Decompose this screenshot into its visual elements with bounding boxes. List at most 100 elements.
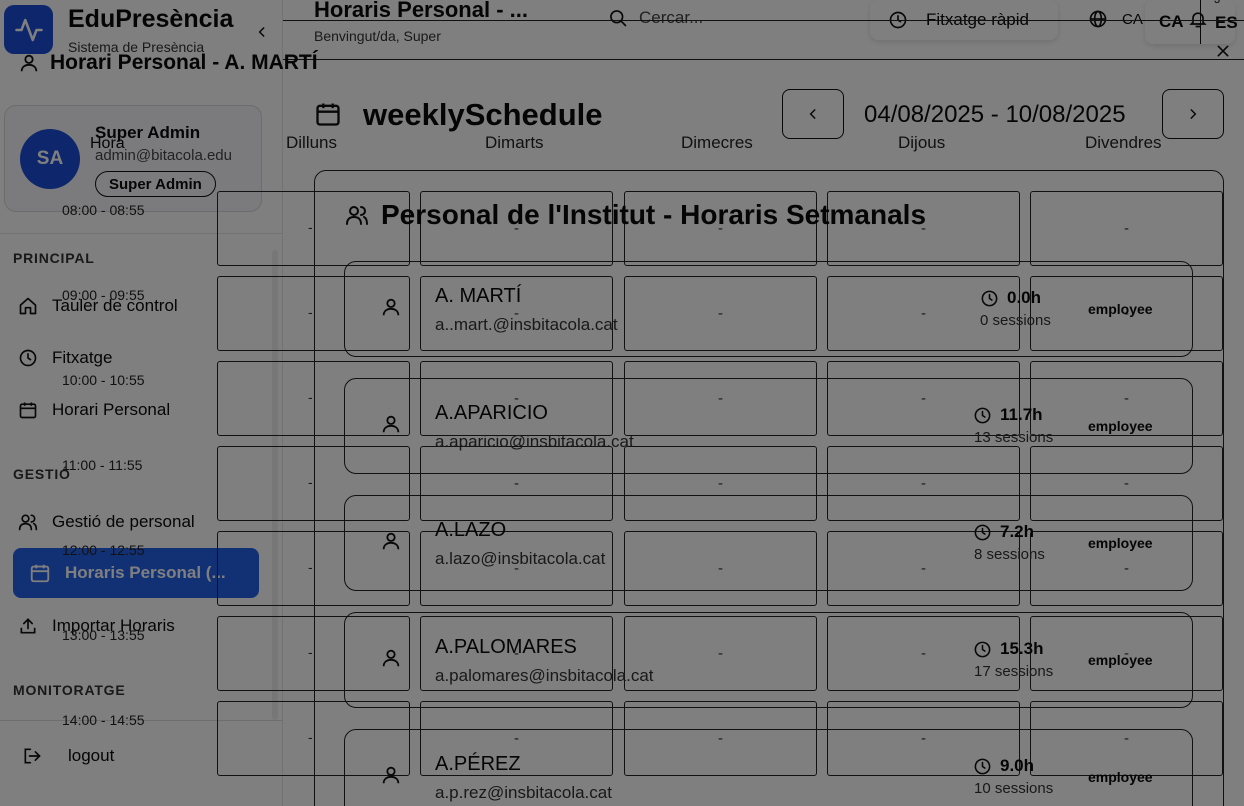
clock-icon: [974, 758, 991, 774]
header-divider: [283, 20, 1244, 21]
upload-icon: [20, 618, 36, 634]
logout-icon: [24, 748, 41, 764]
staff-role: employee: [1088, 535, 1153, 551]
modal-title-text: Horari Personal - A. MARTÍ: [50, 51, 318, 74]
staff-hours: 7.2h: [973, 522, 1034, 542]
day-header-wednesday: Dimecres: [681, 133, 753, 152]
calendar-icon: [314, 100, 342, 128]
chevron-left-icon: [809, 109, 816, 119]
time-slot-label: 14:00 - 14:55: [62, 712, 145, 728]
time-slot-label: 11:00 - 11:55: [62, 457, 143, 473]
logout-button[interactable]: logout: [22, 746, 114, 766]
user-icon: [20, 54, 38, 72]
close-icon: [1217, 45, 1229, 57]
welcome-text: Benvingut/da, Super: [314, 28, 441, 44]
chevron-right-icon: [1190, 109, 1197, 119]
week-title: weeklySchedule: [363, 97, 603, 132]
role-badge: Super Admin: [95, 171, 216, 197]
search-input[interactable]: Cercar...: [608, 8, 703, 28]
clock-icon: [19, 349, 37, 367]
notifications-button[interactable]: [1188, 8, 1208, 30]
users-icon: [346, 206, 368, 225]
sidebar-collapse-button[interactable]: [252, 22, 272, 42]
users-icon: [18, 514, 38, 531]
brand-title: EduPresència: [68, 5, 234, 33]
day-header-monday: Dilluns: [286, 133, 338, 152]
sidebar-item-label: Horaris Personal (...: [65, 563, 226, 582]
staff-name: A.LAZO: [435, 519, 507, 541]
calendar-icon: [30, 564, 50, 583]
language-divider: [1200, 0, 1201, 44]
notification-badge: 3: [1214, 0, 1221, 6]
empty-slot-marker: -: [308, 644, 313, 660]
calendar-icon: [19, 402, 37, 419]
time-slot-label: 08:00 - 08:55: [62, 202, 145, 218]
modal-header-divider: [283, 59, 1244, 60]
clock-icon: [981, 290, 998, 306]
staff-email: a..mart.@insbitacola.cat: [435, 315, 618, 334]
sidebar-item-label: Fitxatge: [52, 348, 113, 367]
staff-email: a.palomares@insbitacola.cat: [435, 666, 654, 685]
sidebar-item-label: Horari Personal: [52, 400, 171, 419]
staff-card[interactable]: [344, 261, 1193, 357]
avatar: SA: [20, 129, 80, 189]
day-header-tuesday: Dimarts: [485, 133, 544, 152]
staff-role: employee: [1088, 418, 1153, 434]
app-logo: [4, 5, 53, 54]
language-selector[interactable]: CA: [1088, 9, 1143, 29]
empty-slot-marker: -: [308, 389, 313, 405]
staff-hours-value: 9.0h: [1000, 756, 1035, 775]
staff-name: A. MARTÍ: [435, 285, 522, 307]
empty-slot-marker: -: [308, 219, 313, 235]
section-label-monitoratge: MONITORATGE: [13, 682, 126, 698]
staff-hours-value: 7.2h: [1000, 522, 1035, 541]
modal-close-button[interactable]: [1215, 43, 1231, 59]
staff-name: A.APARICIO: [435, 402, 548, 424]
staff-role: employee: [1088, 769, 1153, 785]
clock-icon: [974, 641, 991, 657]
globe-icon: [1089, 10, 1107, 28]
staff-hours: 15.3h: [973, 639, 1043, 659]
staff-sessions: 17 sessions: [974, 663, 1054, 680]
date-range: 04/08/2025 - 10/08/2025: [864, 101, 1126, 128]
time-slot-label: 10:00 - 10:55: [62, 372, 145, 388]
staff-panel-title-text: Personal de l'Institut - Horaris Setmana…: [381, 199, 927, 230]
user-icon: [380, 530, 402, 552]
hour-header: Hora: [90, 135, 125, 152]
empty-slot-marker: -: [308, 729, 313, 745]
staff-sessions: 13 sessions: [974, 429, 1054, 446]
language-option-es[interactable]: ES: [1215, 13, 1238, 33]
sidebar-item-label: Gestió de personal: [52, 512, 195, 531]
chevron-left-icon: [258, 27, 265, 37]
time-slot-label: 13:00 - 13:55: [62, 627, 145, 643]
clock-icon: [974, 407, 991, 423]
staff-email: a.lazo@insbitacola.cat: [435, 549, 606, 568]
staff-card[interactable]: [344, 495, 1193, 591]
day-header-thursday: Dijous: [898, 133, 946, 152]
logout-label: logout: [68, 746, 115, 765]
staff-name: A.PALOMARES: [435, 636, 577, 658]
staff-hours: 0.0h: [980, 288, 1041, 308]
day-header-friday: Divendres: [1085, 133, 1162, 152]
staff-sessions: 0 sessions: [980, 312, 1051, 329]
staff-card[interactable]: [344, 378, 1193, 474]
section-label-principal: PRINCIPAL: [13, 250, 95, 266]
bell-icon: [1189, 12, 1207, 28]
time-slot-label: 12:00 - 12:55: [62, 542, 145, 558]
language-current: CA: [1122, 10, 1143, 28]
staff-email: a.p.rez@insbitacola.cat: [435, 783, 612, 802]
user-icon: [380, 764, 402, 786]
home-icon: [19, 297, 37, 315]
prev-week-button[interactable]: [782, 89, 844, 139]
staff-panel-title: Personal de l'Institut - Horaris Setmana…: [345, 199, 926, 231]
time-slot-label: 09:00 - 09:55: [62, 287, 145, 303]
staff-hours: 9.0h: [973, 756, 1034, 776]
user-icon: [380, 647, 402, 669]
staff-sessions: 10 sessions: [974, 780, 1054, 797]
next-week-button[interactable]: [1162, 89, 1224, 139]
staff-role: employee: [1088, 301, 1153, 317]
language-option-ca[interactable]: CA: [1159, 12, 1184, 32]
staff-card[interactable]: [344, 612, 1193, 708]
empty-slot-marker: -: [308, 474, 313, 490]
activity-icon: [14, 18, 43, 41]
